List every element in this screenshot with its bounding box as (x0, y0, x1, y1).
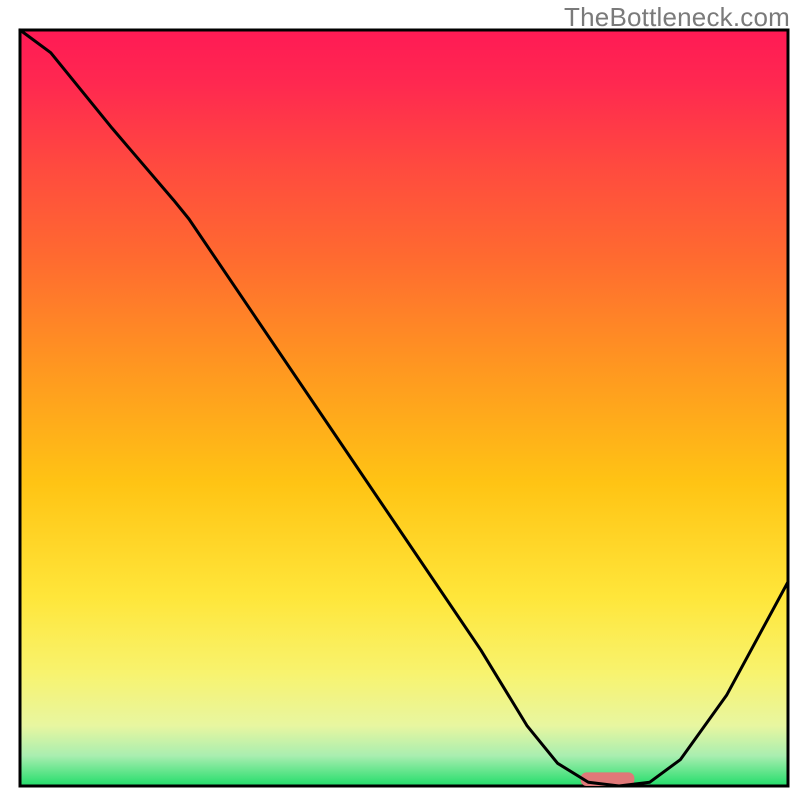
chart-stage: TheBottleneck.com (0, 0, 800, 800)
plot-background (20, 30, 788, 786)
bottleneck-chart (0, 0, 800, 800)
